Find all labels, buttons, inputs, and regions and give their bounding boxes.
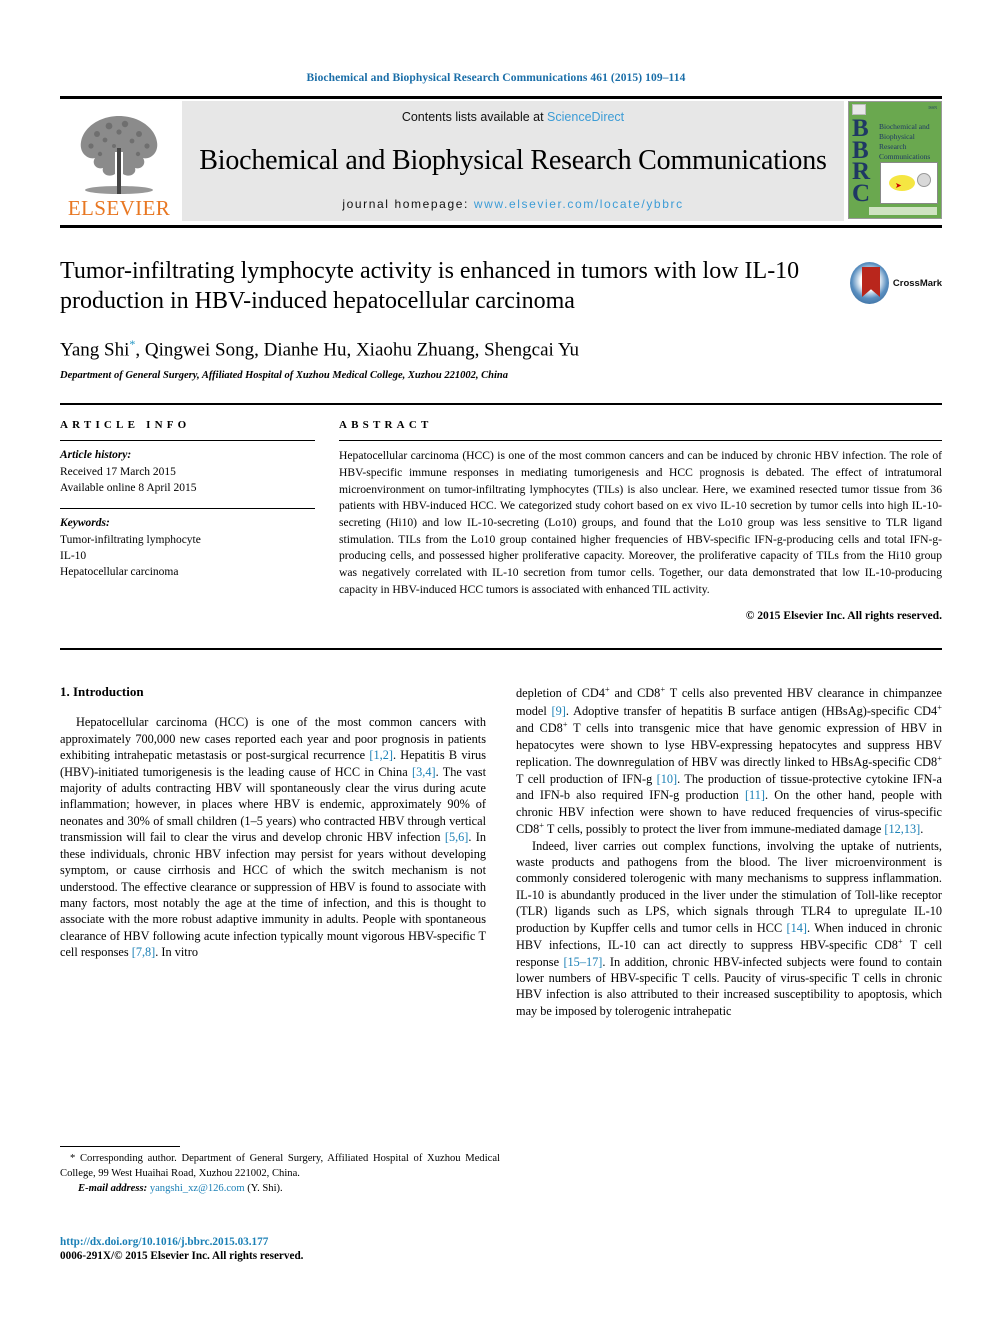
cover-figure-cell	[889, 175, 915, 191]
cover-elsevier-icon	[852, 104, 866, 115]
paper-page: Biochemical and Biophysical Research Com…	[0, 0, 992, 1323]
paragraph: Indeed, liver carries out complex functi…	[516, 838, 943, 1018]
affiliation: Department of General Surgery, Affiliate…	[60, 370, 508, 382]
contents-lists-line: Contents lists available at ScienceDirec…	[402, 110, 624, 124]
body-right-column: depletion of CD4+ and CD8+ T cells also …	[516, 684, 942, 1019]
abstract-rule	[339, 440, 942, 442]
masthead: ELSEVIER Contents lists available at Sci…	[60, 96, 942, 228]
email-label: E-mail address:	[78, 1183, 148, 1194]
cover-issn-text: ISSN	[928, 105, 937, 110]
journal-title: Biochemical and Biophysical Research Com…	[199, 144, 827, 176]
paragraph: Hepatocellular carcinoma (HCC) is one of…	[60, 715, 486, 960]
email-owner: (Y. Shi).	[247, 1183, 283, 1194]
keyword-item: Hepatocellular carcinoma	[60, 566, 179, 579]
article-info-heading: ARTICLE INFO	[60, 419, 191, 432]
contents-prefix: Contents lists available at	[401, 110, 548, 124]
running-head: Biochemical and Biophysical Research Com…	[306, 72, 686, 84]
article-history-block: Article history: Received 17 March 2015 …	[60, 447, 315, 496]
available-online-date: Available online 8 April 2015	[60, 481, 197, 494]
body-columns: 1. Introduction Hepatocellular carcinoma…	[60, 684, 942, 1019]
crossmark-bookmark-icon	[862, 267, 880, 297]
cover-acronym: BBRC	[852, 115, 871, 207]
cover-figure: ➤	[880, 162, 938, 204]
elsevier-logo: ELSEVIER	[60, 101, 178, 221]
keywords-block: Keywords: Tumor-infiltrating lymphocyte …	[60, 515, 315, 580]
doi-block: http://dx.doi.org/10.1016/j.bbrc.2015.03…	[60, 1236, 520, 1262]
doi-link[interactable]: http://dx.doi.org/10.1016/j.bbrc.2015.03…	[60, 1236, 520, 1248]
cover-figure-circle	[917, 173, 931, 187]
issn-copyright-line: 0006-291X/© 2015 Elsevier Inc. All right…	[60, 1250, 304, 1262]
keyword-item: Tumor-infiltrating lymphocyte	[60, 533, 201, 546]
masthead-center: Contents lists available at ScienceDirec…	[182, 101, 844, 221]
keyword-item: IL-10	[60, 549, 87, 562]
abstract-copyright: © 2015 Elsevier Inc. All rights reserved…	[745, 609, 942, 623]
abstract-heading: ABSTRACT	[339, 419, 433, 432]
paragraph: depletion of CD4+ and CD8+ T cells also …	[516, 684, 942, 837]
masthead-bottom-rule	[60, 225, 942, 228]
info-top-rule	[60, 403, 942, 406]
crossmark-badge[interactable]: CrossMark	[850, 258, 942, 308]
keywords-label: Keywords:	[60, 517, 110, 530]
info-abstract-band: ARTICLE INFO Article history: Received 1…	[60, 419, 942, 622]
corresponding-author-note: * Corresponding author. Department of Ge…	[60, 1153, 500, 1179]
abstract-text: Hepatocellular carcinoma (HCC) is one of…	[339, 449, 942, 596]
email-line: E-mail address: yangshi_xz@126.com (Y. S…	[60, 1183, 500, 1194]
homepage-label: journal homepage:	[342, 197, 469, 211]
article-info-rule	[60, 440, 315, 442]
elsevier-tree-icon	[80, 116, 158, 194]
article-history-label: Article history:	[60, 449, 132, 462]
journal-cover-thumbnail: ISSN BBRC Biochemical and Biophysical Re…	[848, 101, 942, 219]
body-left-column: 1. Introduction Hepatocellular carcinoma…	[60, 684, 486, 1019]
footnote-block: * Corresponding author. Department of Ge…	[60, 1146, 500, 1194]
abstract-column: ABSTRACT Hepatocellular carcinoma (HCC) …	[339, 419, 942, 622]
cover-journal-title: Biochemical and Biophysical Research Com…	[879, 122, 931, 162]
homepage-url-link[interactable]: www.elsevier.com/locate/ybbrc	[474, 197, 684, 211]
keywords-rule	[60, 508, 315, 510]
author-list: Yang Shi*, Qingwei Song, Dianhe Hu, Xiao…	[60, 337, 942, 361]
cover-footer-band	[869, 207, 937, 215]
sciencedirect-link[interactable]: ScienceDirect	[547, 110, 624, 124]
cover-figure-arrow-icon: ➤	[895, 181, 902, 190]
section-heading-introduction: 1. Introduction	[60, 684, 144, 700]
crossmark-label: CrossMark	[892, 277, 942, 289]
crossmark-icon	[850, 262, 889, 304]
other-authors: , Qingwei Song, Dianhe Hu, Xiaohu Zhuang…	[135, 339, 579, 361]
footnote-rule	[60, 1146, 180, 1147]
journal-homepage-line: journal homepage: www.elsevier.com/locat…	[342, 197, 683, 211]
article-info-column: ARTICLE INFO Article history: Received 1…	[60, 419, 315, 622]
abstract-bottom-rule	[60, 648, 942, 651]
page-title: Tumor-infiltrating lymphocyte activity i…	[60, 258, 800, 315]
email-link[interactable]: yangshi_xz@126.com	[150, 1183, 245, 1194]
received-date: Received 17 March 2015	[60, 465, 176, 478]
masthead-top-rule	[60, 96, 942, 99]
first-author: Yang Shi	[60, 339, 130, 361]
elsevier-wordmark: ELSEVIER	[67, 196, 171, 220]
title-block: Tumor-infiltrating lymphocyte activity i…	[60, 256, 942, 381]
